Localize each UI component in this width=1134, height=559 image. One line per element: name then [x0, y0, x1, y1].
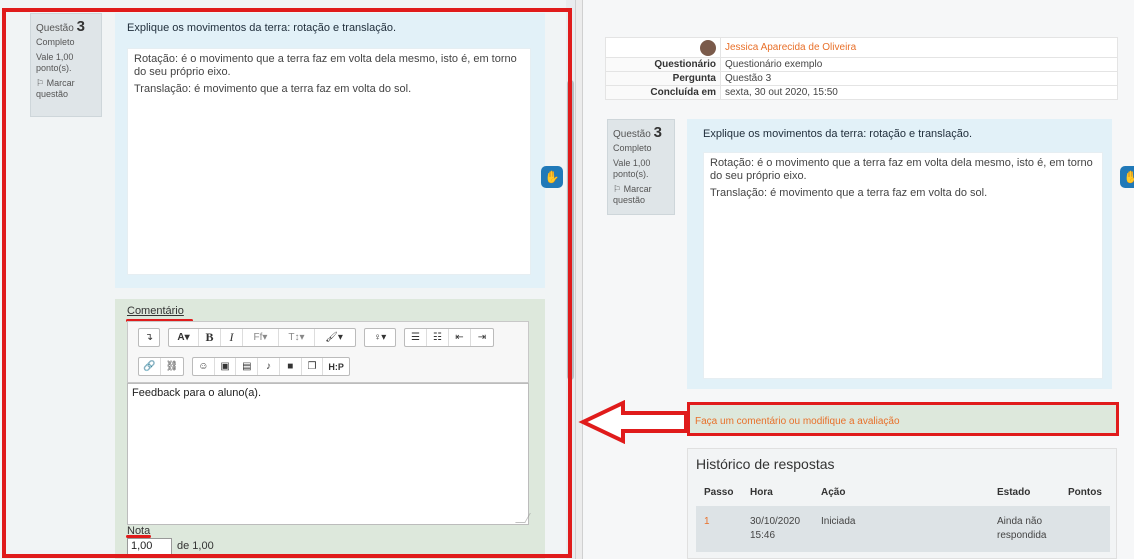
question-mark-line1: Vale 1,00: [613, 158, 651, 168]
summary-value: sexta, 30 out 2020, 15:50: [720, 85, 1118, 100]
toolbar-group-misc: ♀▾: [364, 328, 396, 347]
question-content: Explique os movimentos da terra: rotação…: [115, 13, 545, 288]
history-header-time: Hora: [750, 487, 773, 498]
grade-input[interactable]: 1,00: [127, 538, 172, 555]
history-header-points: Pontos: [1068, 487, 1102, 498]
history-state-line1: Ainda não: [997, 516, 1043, 527]
undo-icon[interactable]: ↴: [139, 329, 159, 346]
toolbar-group-insert: ☺ ▣ ▤ ♪ ■ ❐ H:P: [192, 357, 350, 376]
indent-icon[interactable]: ⇥: [471, 329, 493, 346]
history-step: 1: [704, 516, 710, 527]
question-mark-line2: ponto(s).: [36, 63, 72, 73]
accessibility-button-left[interactable]: ✋: [541, 166, 563, 188]
comment-editor[interactable]: Feedback para o aluno(a).: [127, 383, 529, 525]
history-action: Iniciada: [821, 516, 856, 527]
review-pane: Jessica Aparecida de Oliveira Questionár…: [583, 0, 1134, 559]
toolbar-group-links: 🔗 ⛓: [138, 357, 184, 376]
annotation-arrow: [578, 400, 688, 444]
unlink-icon[interactable]: ⛓: [161, 358, 183, 375]
brush-icon[interactable]: 🖌▾: [315, 329, 353, 346]
flag-question-link-line2[interactable]: questão: [36, 89, 96, 100]
comment-label: Comentário: [127, 305, 184, 317]
unordered-list-icon[interactable]: ☰: [405, 329, 427, 346]
question-number: Questão 3: [36, 18, 85, 35]
question-status: Completo: [613, 143, 652, 153]
summary-key: Pergunta: [605, 71, 721, 86]
question-mark-line2: ponto(s).: [613, 169, 649, 179]
font-family-icon[interactable]: Ff▾: [243, 329, 279, 346]
outdent-icon[interactable]: ⇤: [449, 329, 471, 346]
paragraph-style-icon[interactable]: T↕▾: [279, 329, 315, 346]
hand-icon: ✋: [544, 170, 560, 184]
response-history: Histórico de respostas Passo Hora Ação E…: [687, 448, 1117, 559]
answer-paragraph-2: Translação: é movimento que a terra faz …: [710, 187, 988, 199]
summary-row: Concluída em sexta, 30 out 2020, 15:50: [605, 85, 1118, 100]
summary-row-user: Jessica Aparecida de Oliveira: [605, 37, 1118, 58]
toolbar-group-undo: ↴: [138, 328, 160, 347]
summary-value: Questionário exemplo: [720, 57, 1118, 72]
history-title: Histórico de respostas: [696, 456, 835, 472]
user-avatar-cell: [605, 37, 721, 58]
flag-question-link[interactable]: ⚐ Marcar: [613, 184, 669, 195]
question-title: Explique os movimentos da terra: rotação…: [127, 22, 397, 34]
history-state-line2: respondida: [997, 530, 1047, 541]
link-icon[interactable]: 🔗: [139, 358, 161, 375]
flag-icon: ⚐: [36, 78, 45, 88]
history-time-line2: 15:46: [750, 530, 776, 541]
left-scrollbar-thumb[interactable]: [567, 80, 574, 380]
summary-row: Questionário Questionário exemplo: [605, 57, 1118, 72]
question-info-box: Questão 3 Completo Vale 1,00 ponto(s). ⚐…: [30, 13, 102, 117]
toolbar-group-format: A▾ B I Ff▾ T↕▾ 🖌▾: [168, 328, 356, 347]
grade-max: de 1,00: [177, 540, 214, 552]
media-icon[interactable]: ▤: [236, 358, 259, 375]
summary-value: Questão 3: [720, 71, 1118, 86]
summary-row: Pergunta Questão 3: [605, 71, 1118, 86]
history-time-line1: 30/10/2020: [750, 516, 801, 527]
copy-icon[interactable]: ❐: [302, 358, 324, 375]
question-status: Completo: [36, 37, 75, 47]
table-row: 1 30/10/2020 15:46 Iniciada Ainda não re…: [696, 506, 1110, 552]
font-size-icon[interactable]: A▾: [169, 329, 199, 346]
video-icon[interactable]: ■: [280, 358, 302, 375]
avatar: [700, 39, 716, 56]
lightbulb-icon[interactable]: ♀▾: [365, 329, 395, 346]
ordered-list-icon[interactable]: ☷: [427, 329, 449, 346]
question-content-review: Explique os movimentos da terra: rotação…: [687, 119, 1112, 389]
summary-key: Questionário: [605, 57, 721, 72]
italic-icon[interactable]: I: [221, 329, 243, 346]
image-icon[interactable]: ▣: [215, 358, 237, 375]
left-scrollbar[interactable]: [566, 0, 575, 559]
h5p-icon[interactable]: H:P: [323, 358, 349, 375]
history-header-state: Estado: [997, 487, 1031, 498]
hand-icon: ✋: [1123, 170, 1134, 184]
history-header-action: Ação: [821, 487, 846, 498]
grading-pane: Questão 3 Completo Vale 1,00 ponto(s). ⚐…: [0, 0, 575, 559]
question-title: Explique os movimentos da terra: rotação…: [703, 128, 973, 140]
answer-paragraph-2: Translação: é movimento que a terra faz …: [134, 83, 412, 95]
toolbar-group-lists: ☰ ☷ ⇤ ⇥: [404, 328, 494, 347]
emoji-icon[interactable]: ☺: [193, 358, 215, 375]
comment-section: Comentário ↴ A▾ B I Ff▾ T↕▾ 🖌▾ ♀▾ ☰ ☷ ⇤: [115, 299, 545, 559]
answer-paragraph-1: Rotação: é o movimento que a terra faz e…: [134, 53, 517, 78]
attempt-summary-table: Jessica Aparecida de Oliveira Questionár…: [605, 37, 1118, 100]
flag-question-link-line2[interactable]: questão: [613, 195, 669, 206]
question-mark-line1: Vale 1,00: [36, 52, 74, 62]
flag-icon: ⚐: [613, 184, 622, 194]
answer-display: Rotação: é o movimento que a terra faz e…: [127, 48, 531, 275]
question-number: Questão 3: [613, 124, 662, 141]
question-info-box-review: Questão 3 Completo Vale 1,00 ponto(s). ⚐…: [607, 119, 675, 215]
microphone-icon[interactable]: ♪: [258, 358, 280, 375]
user-name-link[interactable]: Jessica Aparecida de Oliveira: [720, 37, 1118, 58]
flag-question-link[interactable]: ⚐ Marcar: [36, 78, 96, 89]
accessibility-button-right[interactable]: ✋: [1120, 166, 1134, 188]
bold-icon[interactable]: B: [199, 329, 221, 346]
answer-paragraph-1: Rotação: é o movimento que a terra faz e…: [710, 157, 1093, 182]
editor-toolbar: ↴ A▾ B I Ff▾ T↕▾ 🖌▾ ♀▾ ☰ ☷ ⇤ ⇥ 🔗 ⛓ ☺ ▣ ▤…: [127, 321, 529, 383]
summary-key: Concluída em: [605, 85, 721, 100]
pane-divider[interactable]: [575, 0, 583, 559]
answer-display: Rotação: é o movimento que a terra faz e…: [703, 152, 1103, 379]
history-header-step: Passo: [704, 487, 734, 498]
